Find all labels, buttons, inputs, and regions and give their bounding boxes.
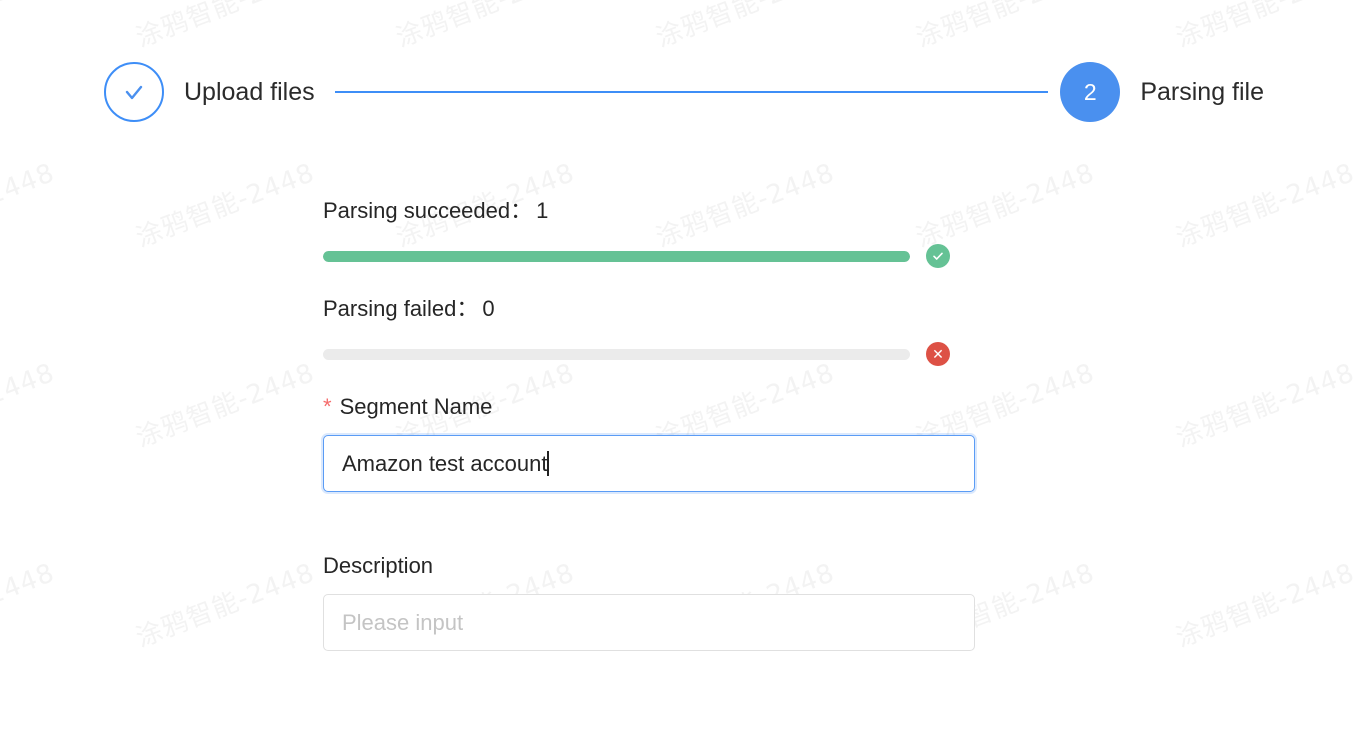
step-indicator: Upload files 2 Parsing file: [104, 62, 1264, 122]
parsing-succeeded-progress-fill: [323, 250, 910, 262]
step-2-circle: 2: [1060, 62, 1121, 122]
parsing-succeeded-colon: ：: [510, 198, 533, 223]
step-1-circle: [104, 62, 164, 122]
parsing-succeeded-badge: [926, 244, 950, 268]
parsing-succeeded-text: Parsing succeeded: [323, 198, 511, 223]
check-icon: [933, 252, 943, 260]
parsing-succeeded-label: Parsing succeeded： 1: [323, 200, 975, 222]
parsing-succeeded-progress-track: [323, 250, 910, 262]
description-label: Description: [323, 555, 975, 577]
segment-name-label-text: Segment Name: [339, 394, 493, 419]
description-label-text: Description: [323, 553, 434, 578]
segment-name-input-wrap: [323, 435, 975, 492]
parsing-failed-progress-row: ✕: [323, 342, 975, 366]
parsing-failed-colon: ：: [456, 296, 479, 321]
segment-name-label: * Segment Name: [323, 396, 975, 418]
parsing-failed-badge: ✕: [926, 342, 950, 366]
description-field: Description: [323, 555, 975, 651]
text-caret: [547, 451, 549, 476]
segment-name-field: * Segment Name: [323, 396, 975, 492]
step-2-label: Parsing file: [1140, 77, 1264, 106]
parsing-file-page: Upload files 2 Parsing file Parsing succ…: [0, 0, 1368, 734]
step-1-label: Upload files: [184, 77, 315, 106]
required-marker: *: [323, 394, 332, 419]
close-icon: ✕: [932, 346, 944, 362]
check-icon: [119, 77, 149, 107]
parsing-failed-count: 0: [482, 296, 495, 321]
step-parsing-file[interactable]: 2 Parsing file: [1060, 62, 1264, 122]
parsing-succeeded-count: 1: [536, 198, 549, 223]
parsing-form: Parsing succeeded：1 Parsing failed：0 ✕: [323, 200, 975, 677]
step-connector-line: [334, 91, 1049, 93]
parsing-succeeded-progress-row: [323, 244, 975, 268]
description-input[interactable]: [323, 594, 975, 651]
segment-name-input[interactable]: [323, 435, 975, 492]
parsing-failed-progress-track: [323, 348, 910, 360]
parsing-failed-text: Parsing failed: [323, 296, 457, 321]
parsing-failed-label: Parsing failed： 0: [323, 298, 975, 320]
step-upload-files[interactable]: Upload files: [104, 62, 315, 122]
step-2-number: 2: [1083, 78, 1097, 105]
